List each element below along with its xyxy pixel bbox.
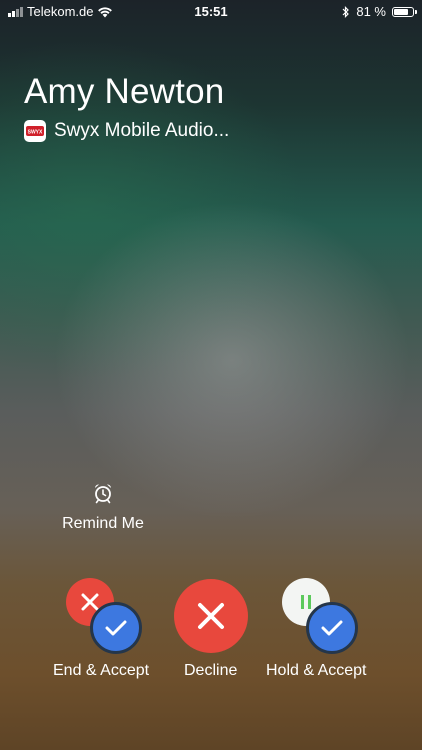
decline-circle [174, 579, 248, 653]
end-accept-label: End & Accept [53, 662, 150, 679]
swyx-app-icon: SWYX [24, 120, 46, 142]
bluetooth-icon [342, 5, 350, 18]
caller-name: Amy Newton [24, 72, 225, 111]
app-label: Swyx Mobile Audio... [54, 120, 230, 141]
battery-icon [392, 6, 417, 17]
status-bar: Telekom.de 15:51 81 % [0, 0, 422, 24]
app-row: SWYX Swyx Mobile Audio... [24, 120, 229, 142]
checkmark-icon [321, 620, 343, 636]
hold-accept-label: Hold & Accept [266, 662, 367, 679]
hold-accept-button[interactable] [276, 576, 366, 658]
decline-button[interactable] [174, 579, 248, 653]
battery-percent: 81 % [356, 4, 386, 19]
alarm-clock-icon [94, 484, 112, 504]
accept-circle [90, 602, 142, 654]
remind-me-button[interactable]: Remind Me [52, 482, 154, 533]
status-right: 81 % [342, 4, 417, 19]
swyx-icon-text: SWYX [28, 130, 43, 136]
pause-icon [301, 595, 311, 609]
close-icon [198, 603, 224, 629]
accept-circle [306, 602, 358, 654]
checkmark-icon [105, 620, 127, 636]
decline-label: Decline [184, 662, 238, 679]
end-accept-button[interactable] [60, 576, 150, 658]
remind-me-label: Remind Me [62, 515, 144, 532]
